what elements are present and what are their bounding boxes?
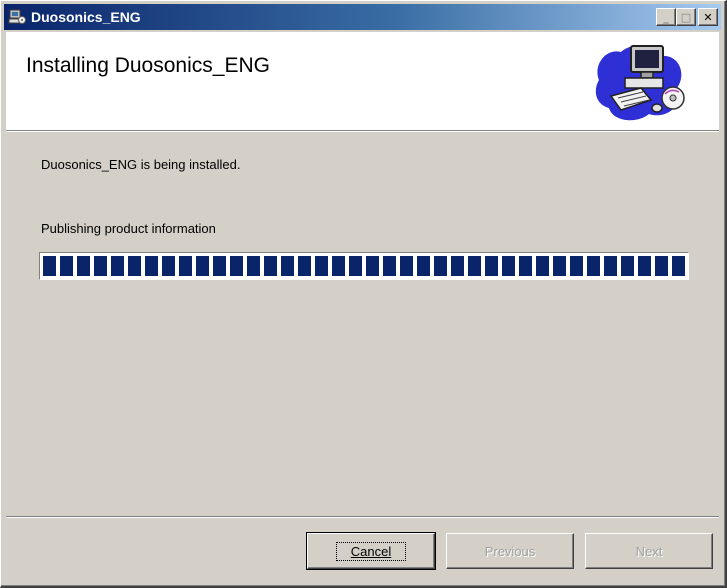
progress-fill [43, 256, 685, 276]
installer-window: Duosonics_ENG _ □ ✕ Installing Duosonics… [0, 0, 727, 588]
close-button[interactable]: ✕ [698, 8, 718, 26]
next-button[interactable]: Next [585, 533, 713, 569]
install-status-text: Duosonics_ENG is being installed. [41, 157, 241, 172]
close-icon: ✕ [703, 10, 713, 24]
next-button-label: Next [635, 543, 663, 559]
window-controls: _ □ ✕ [656, 8, 718, 26]
cancel-button[interactable]: Cancel [306, 532, 436, 570]
maximize-button[interactable]: □ [676, 8, 696, 26]
minimize-icon: _ [663, 10, 669, 24]
cancel-button-label: Cancel [350, 543, 392, 559]
page-title: Installing Duosonics_ENG [26, 54, 270, 77]
maximize-icon: □ [680, 10, 692, 24]
window-title: Duosonics_ENG [31, 9, 141, 25]
installer-app-icon [8, 8, 26, 26]
current-action-text: Publishing product information [41, 221, 216, 236]
computer-cd-icon [591, 38, 691, 124]
title-bar[interactable]: Duosonics_ENG _ □ ✕ [4, 4, 721, 30]
header-banner: Installing Duosonics_ENG [6, 32, 719, 132]
install-progress-bar [39, 252, 689, 280]
previous-button[interactable]: Previous [446, 533, 574, 569]
minimize-button[interactable]: _ [656, 8, 676, 26]
button-separator [6, 516, 719, 518]
previous-button-label: Previous [484, 543, 536, 559]
